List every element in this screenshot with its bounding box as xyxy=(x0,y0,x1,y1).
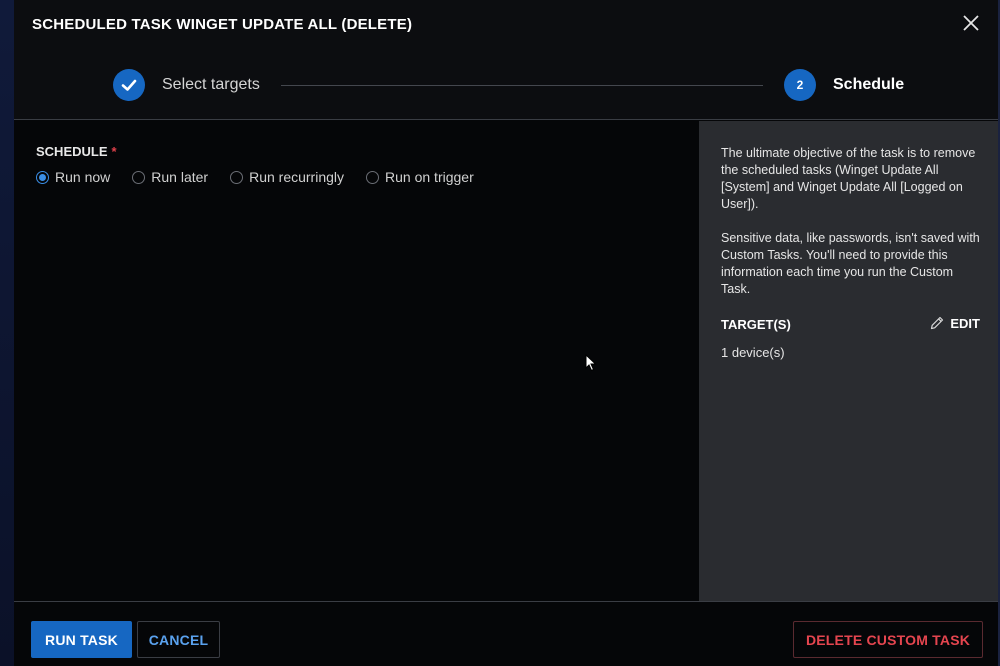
dialog-footer: RUN TASK CANCEL DELETE CUSTOM TASK xyxy=(14,601,998,666)
pencil-icon[interactable] xyxy=(929,315,945,331)
radio-run-later-circle[interactable] xyxy=(132,170,146,184)
radio-run-later[interactable]: Run later xyxy=(132,169,208,185)
radio-run-on-trigger[interactable]: Run on trigger xyxy=(366,169,474,185)
task-description: The ultimate objective of the task is to… xyxy=(721,145,983,315)
edit-targets-button[interactable]: EDIT xyxy=(929,315,980,331)
required-mark: * xyxy=(111,144,117,159)
edit-targets-label[interactable]: EDIT xyxy=(950,316,980,331)
step-schedule-label: Schedule xyxy=(833,76,905,93)
step-select-targets-indicator[interactable] xyxy=(113,69,145,101)
radio-run-now[interactable]: Run now xyxy=(36,169,110,185)
task-objective-text: The ultimate objective of the task is to… xyxy=(721,146,976,211)
dialog-header: SCHEDULED TASK WINGET UPDATE ALL (DELETE… xyxy=(14,0,998,50)
step-connector xyxy=(281,85,763,86)
delete-custom-task-button[interactable]: DELETE CUSTOM TASK xyxy=(793,621,983,658)
radio-run-recurringly-label[interactable]: Run recurringly xyxy=(249,169,344,185)
wizard-stepper: Select targets 2 Schedule xyxy=(14,50,998,120)
radio-run-recurringly[interactable]: Run recurringly xyxy=(230,169,344,185)
schedule-label-text: SCHEDULE xyxy=(36,144,108,159)
schedule-section-label: SCHEDULE * xyxy=(36,144,117,159)
task-info-panel: The ultimate objective of the task is to… xyxy=(699,121,998,601)
page-backdrop xyxy=(0,0,14,666)
radio-run-recurringly-circle[interactable] xyxy=(230,170,244,184)
schedule-radio-group: Run now Run later Run recurringly Run on… xyxy=(36,169,496,185)
run-task-button[interactable]: RUN TASK xyxy=(31,621,132,658)
dialog-title: SCHEDULED TASK WINGET UPDATE ALL (DELETE… xyxy=(32,16,413,33)
radio-run-on-trigger-circle[interactable] xyxy=(366,170,380,184)
radio-run-later-label[interactable]: Run later xyxy=(151,169,208,185)
targets-heading: TARGET(S) xyxy=(721,317,791,332)
targets-count: 1 device(s) xyxy=(721,345,785,360)
close-icon[interactable] xyxy=(960,12,982,34)
scheduled-task-dialog: SCHEDULED TASK WINGET UPDATE ALL (DELETE… xyxy=(14,0,998,666)
step-schedule-indicator: 2 xyxy=(784,69,816,101)
radio-run-now-label[interactable]: Run now xyxy=(55,169,110,185)
radio-run-on-trigger-label[interactable]: Run on trigger xyxy=(385,169,474,185)
checkmark-icon xyxy=(121,79,137,91)
mouse-pointer-icon xyxy=(585,354,597,372)
sensitive-data-note: Sensitive data, like passwords, isn't sa… xyxy=(721,231,980,296)
radio-run-now-circle[interactable] xyxy=(36,170,49,184)
close-button[interactable] xyxy=(960,12,982,34)
step-select-targets-label[interactable]: Select targets xyxy=(162,76,260,94)
cancel-button[interactable]: CANCEL xyxy=(137,621,220,658)
